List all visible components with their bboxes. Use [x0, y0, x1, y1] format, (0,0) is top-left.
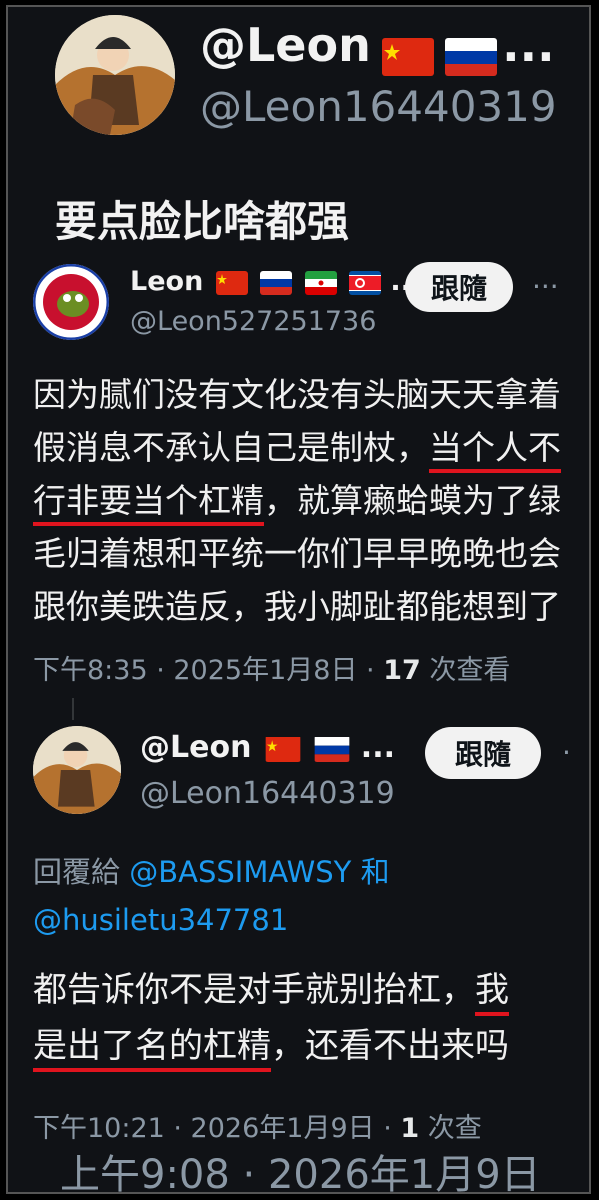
tweet1-display-name: Leon — [130, 266, 204, 297]
tweet1-line-part: ，就算癞蛤蟆为了绿 — [264, 481, 561, 520]
tweet2-line: 是出了名的杠精，还看不出来吗 — [33, 1018, 578, 1074]
tweet2-body: 都告诉你不是对手就别抬杠，我 是出了名的杠精，还看不出来吗 — [33, 962, 578, 1074]
profile-name-row: @Leon ... — [200, 18, 555, 76]
profile-handle[interactable]: @Leon16440319 — [200, 82, 557, 131]
tweet1-line: 行非要当个杠精，就算癞蛤蟆为了绿 — [33, 474, 573, 527]
tweet1-line: 跟你美跌造反，我小脚趾都能想到了 — [33, 587, 561, 626]
tweet2-underlined-phrase: 是出了名的杠精 — [33, 1026, 271, 1072]
profile-display-name: @Leon — [200, 18, 371, 72]
russia-flag-icon — [314, 736, 350, 762]
tweet2-line-part: ，还看不出来吗 — [271, 1026, 509, 1066]
tweet1-body: 因为腻们没有文化没有头脑天天拿着 假消息不承认自己是制杖，当个人不 行非要当个杠… — [33, 368, 573, 633]
tweet2-display-name: @Leon — [140, 730, 252, 765]
reply-line: 回覆給 @BASSIMAWSY 和 — [33, 848, 573, 896]
tweet2-underlined-phrase: 我 — [475, 970, 509, 1016]
profile-name-ellipsis: ... — [502, 18, 555, 72]
tweet2-timestamp[interactable]: 下午10:21 · 2026年1月9日 · — [33, 1113, 400, 1144]
profile-avatar[interactable] — [55, 15, 175, 135]
reply-and: 和 — [351, 855, 390, 889]
china-flag-icon — [381, 37, 434, 76]
tweet2-name-ellipsis: ... — [360, 730, 395, 765]
reply-user-link[interactable]: @BASSIMAWSY — [129, 855, 351, 889]
russia-flag-icon — [445, 37, 498, 76]
iran-flag-icon — [304, 270, 337, 295]
china-flag-icon — [265, 736, 301, 762]
tweet2-line-part: 都告诉你不是对手就别抬杠， — [33, 970, 475, 1010]
tweet1-line: 毛归着想和平统一你们早早晚晚也会 — [33, 534, 561, 573]
tweet1-views-count: 17 — [383, 655, 421, 686]
tweet1-handle[interactable]: @Leon527251736 — [130, 306, 376, 337]
tweet2-meta: 下午10:21 · 2026年1月9日 · 1 次查 — [33, 1106, 482, 1145]
footer-timestamp: 上午9:08 · 2026年1月9日 — [60, 1152, 541, 1198]
china-flag-icon — [215, 270, 248, 295]
tweet1-views-label: 次查看 — [420, 655, 511, 686]
thread-connector-line — [72, 698, 74, 720]
tweet1-line: 因为腻们没有文化没有头脑天天拿着 — [33, 375, 561, 414]
tweet1-underlined-phrase: 当个人不 — [429, 428, 561, 473]
tweet2-avatar[interactable] — [33, 726, 121, 814]
russia-flag-icon — [260, 270, 293, 295]
tweet1-underlined-phrase: 行非要当个杠精 — [33, 481, 264, 526]
tweet1-line: 假消息不承认自己是制杖，当个人不 — [33, 421, 573, 474]
tweet1-avatar[interactable] — [33, 264, 109, 340]
tweet2-reply-to: 回覆給 @BASSIMAWSY 和 @husiletu347781 — [33, 848, 573, 944]
tweet1-name-row: Leon ... — [130, 266, 421, 297]
tweet2-more-icon[interactable]: · — [562, 736, 571, 769]
reply-line: @husiletu347781 — [33, 896, 573, 944]
reply-user-link[interactable]: @husiletu347781 — [33, 903, 288, 937]
tweet2-follow-button[interactable]: 跟隨 — [425, 727, 541, 779]
tweet2-handle[interactable]: @Leon16440319 — [140, 776, 395, 811]
reply-prefix: 回覆給 — [33, 855, 130, 889]
tweet1-more-icon[interactable]: ··· — [532, 270, 559, 303]
tweet2-name-row: @Leon ... — [140, 730, 395, 765]
tweet1-follow-button[interactable]: 跟隨 — [405, 262, 513, 312]
tweet1-line-part: 假消息不承认自己是制杖， — [33, 428, 429, 467]
tweet2-views-label: 次查 — [419, 1113, 482, 1144]
north-korea-flag-icon — [348, 270, 381, 295]
tweet1-meta: 下午8:35 · 2025年1月8日 · 17 次查看 — [33, 648, 510, 687]
quote-text: 要点脸比啥都强 — [55, 197, 350, 246]
tweet2-line: 都告诉你不是对手就别抬杠，我 — [33, 962, 578, 1018]
tweet1-timestamp[interactable]: 下午8:35 · 2025年1月8日 · — [33, 655, 383, 686]
tweet2-views-count: 1 — [400, 1113, 420, 1144]
